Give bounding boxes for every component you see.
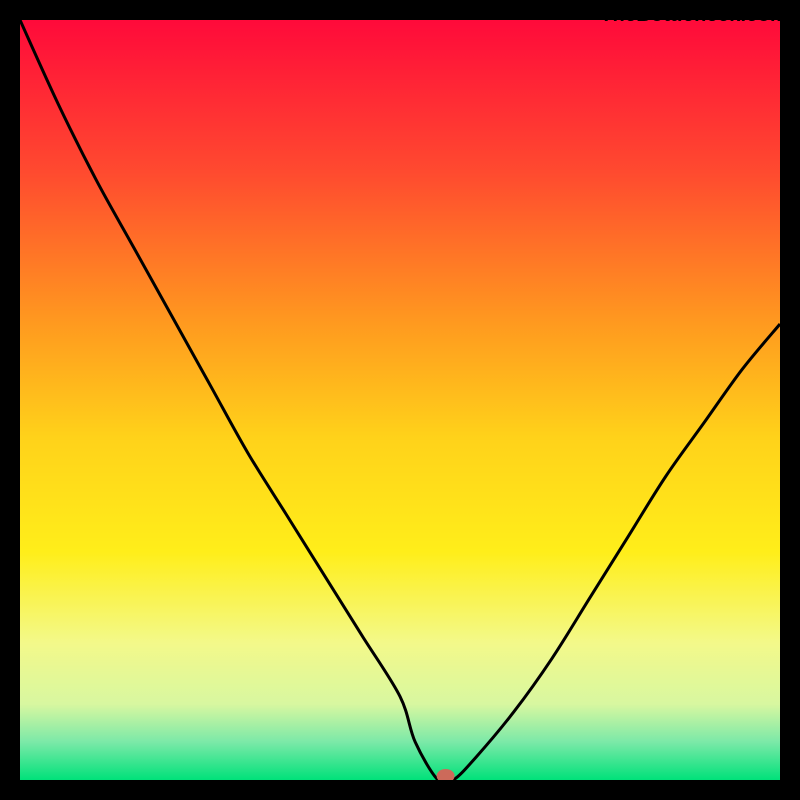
- chart-frame: TheBottleneck.com: [0, 0, 800, 800]
- gradient-background: [20, 20, 780, 780]
- bottleneck-chart: [20, 20, 780, 780]
- plot-area: [20, 20, 780, 780]
- watermark-label: TheBottleneck.com: [600, 4, 788, 27]
